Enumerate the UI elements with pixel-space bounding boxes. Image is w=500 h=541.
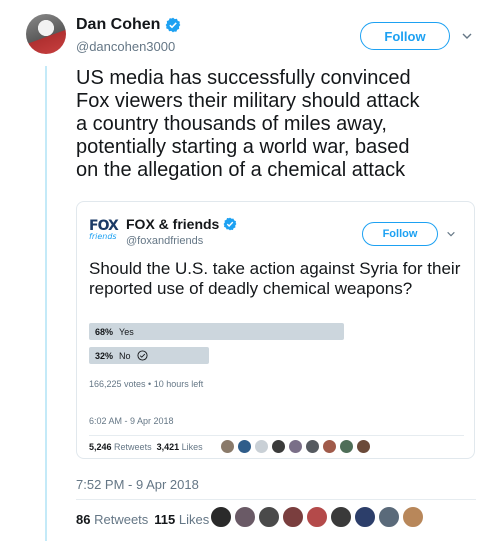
poll-percent: 68% [95,326,114,337]
retweet-count: 5,246 [89,442,112,452]
quoted-timestamp[interactable]: 6:02 AM - 9 Apr 2018 [89,416,174,426]
liker-avatar[interactable] [282,506,304,528]
poll-percent: 32% [95,350,114,361]
divider [89,435,464,436]
liker-avatar[interactable] [210,506,232,528]
tweet-text: US media has successfully convinced Fox … [76,67,420,181]
quoted-tweet-text: Should the U.S. take action against Syri… [89,259,461,298]
liker-avatar[interactable] [271,439,286,454]
quoted-follow-button[interactable]: Follow [362,222,438,246]
liker-avatar[interactable] [305,439,320,454]
divider [76,499,476,500]
chevron-down-icon[interactable] [461,30,473,42]
tweet-retweets[interactable]: 86 Retweets [76,512,148,527]
quoted-tweet[interactable]: FOX friends FOX & friends @foxandfriends… [76,201,475,459]
poll-option-yes: 68% Yes [95,323,134,340]
liker-avatar[interactable] [330,506,352,528]
like-label: Likes [181,442,203,452]
liker-avatar[interactable] [356,439,371,454]
liker-avatar[interactable] [322,439,337,454]
liker-avatar[interactable] [378,506,400,528]
thread-line [45,66,47,541]
liker-avatar[interactable] [288,439,303,454]
liker-avatar[interactable] [306,506,328,528]
retweet-count: 86 [76,512,91,527]
liker-avatar[interactable] [402,506,424,528]
liker-avatar[interactable] [220,439,235,454]
author-name[interactable]: Dan Cohen [76,16,160,34]
liker-avatar[interactable] [234,506,256,528]
quoted-name-row[interactable]: FOX & friends [126,216,237,232]
tweet-stats: 86 Retweets 115 Likes [76,512,209,527]
retweet-label: Retweets [114,442,152,452]
tweet-likes[interactable]: 115 Likes [154,512,209,527]
retweet-label: Retweets [94,512,149,527]
liker-avatar[interactable] [237,439,252,454]
logo-top-text: FOX [89,218,119,234]
quoted-author-name[interactable]: FOX & friends [126,216,219,232]
like-label: Likes [178,512,210,527]
logo-bottom-text: friends [89,232,117,241]
poll-option-no: 32% No [95,347,148,364]
follow-button[interactable]: Follow [360,22,450,50]
check-circle-icon [136,350,148,361]
chevron-down-icon[interactable] [446,229,456,239]
poll-option-label: No [119,350,131,361]
author-name-row[interactable]: Dan Cohen [76,16,181,34]
quoted-stats: 5,246 Retweets 3,421 Likes [89,442,203,452]
verified-badge-icon [166,17,181,33]
author-avatar[interactable] [26,14,66,54]
liker-avatar[interactable] [339,439,354,454]
liker-avatar[interactable] [354,506,376,528]
liker-avatar[interactable] [254,439,269,454]
quoted-author-handle[interactable]: @foxandfriends [126,235,203,247]
poll-meta: 166,225 votes • 10 hours left [89,379,204,389]
author-handle[interactable]: @dancohen3000 [76,39,175,54]
poll-option-label: Yes [119,326,134,337]
verified-badge-icon [223,217,237,231]
liker-avatar[interactable] [258,506,280,528]
like-count: 115 [154,512,176,527]
like-count: 3,421 [156,442,180,452]
quoted-likes[interactable]: 3,421 Likes [157,442,203,452]
tweet-timestamp[interactable]: 7:52 PM - 9 Apr 2018 [76,477,199,492]
quoted-retweets[interactable]: 5,246 Retweets [89,442,152,452]
fox-and-friends-logo[interactable]: FOX friends [89,219,119,241]
